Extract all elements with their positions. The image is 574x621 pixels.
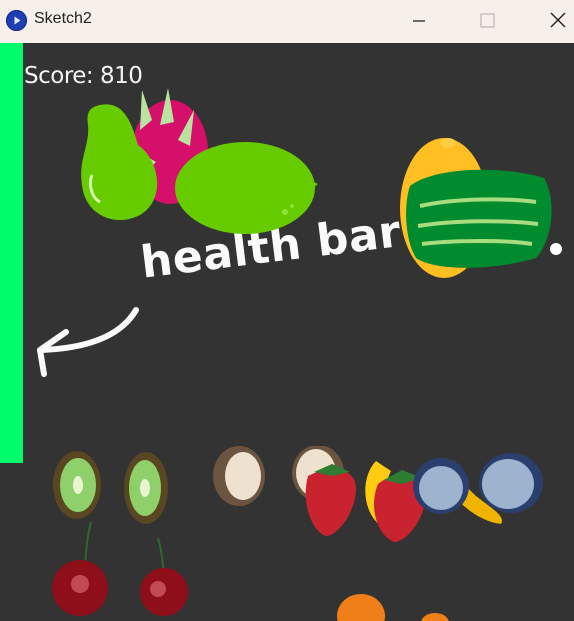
- maximize-button[interactable]: [465, 0, 509, 43]
- maximize-icon: [480, 13, 495, 28]
- fruit-cluster-bottom: [52, 446, 543, 621]
- health-bar: [0, 43, 23, 463]
- close-icon: [550, 12, 566, 28]
- lime-icon: [175, 142, 318, 234]
- minimize-button[interactable]: [396, 0, 440, 43]
- coconut-icon: [213, 446, 265, 506]
- arrow-annotation-icon: [37, 307, 139, 377]
- cherry-icon: [140, 537, 188, 616]
- orange-icon: [421, 613, 449, 621]
- minimize-icon: [413, 20, 425, 22]
- cherry-icon: [52, 521, 108, 616]
- strawberry-icon: [305, 464, 357, 536]
- fruit-cluster-right: [400, 138, 552, 278]
- close-button[interactable]: [536, 0, 574, 43]
- window-titlebar[interactable]: Sketch2: [0, 0, 574, 43]
- kiwi-icon: [53, 451, 101, 519]
- orange-icon: [337, 594, 385, 621]
- kiwi-icon: [124, 452, 168, 524]
- fruit-cluster-top: [81, 88, 318, 234]
- blueberry-icon: [413, 458, 469, 514]
- watermelon-icon: [406, 169, 552, 268]
- window-title: Sketch2: [34, 10, 92, 27]
- blueberry-icon: [479, 453, 543, 513]
- app-icon: [6, 10, 27, 31]
- bomb-icon: [550, 243, 562, 255]
